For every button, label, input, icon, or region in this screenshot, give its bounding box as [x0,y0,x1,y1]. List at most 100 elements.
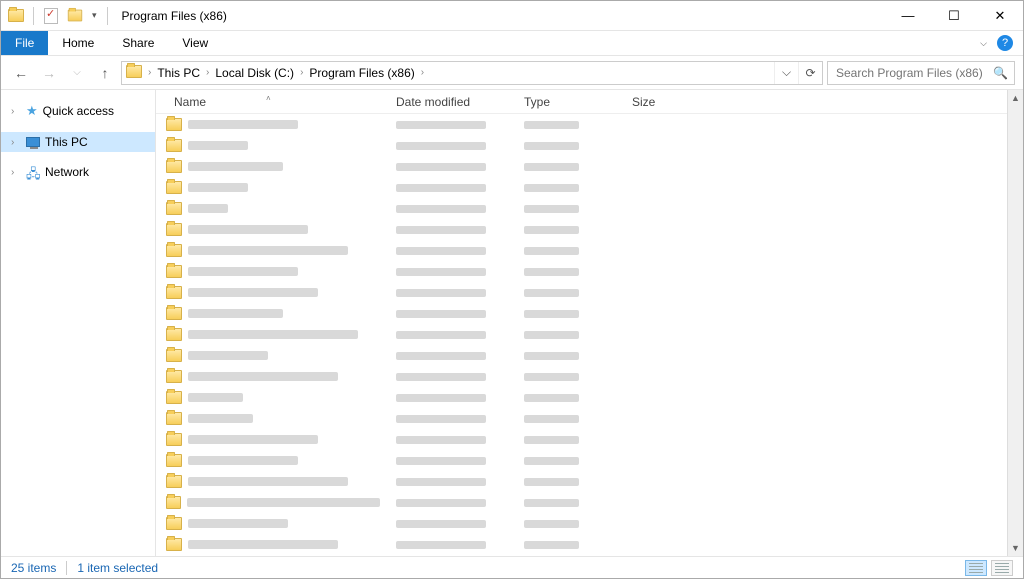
column-size[interactable]: Size [624,95,694,109]
ribbon-tab-view[interactable]: View [168,31,222,55]
file-row-blurred[interactable] [156,387,1023,408]
properties-button[interactable] [40,5,62,27]
minimize-button[interactable]: ― [885,1,931,31]
breadcrumb[interactable]: Local Disk (C:) [211,66,298,80]
file-row-blurred[interactable] [156,366,1023,387]
quick-access-icon: ★ [26,103,38,119]
file-row-blurred[interactable] [156,240,1023,261]
close-button[interactable]: ✕ [977,1,1023,31]
ribbon-file-tab[interactable]: File [1,31,48,55]
tree-label: Network [45,165,89,179]
folder-icon [166,286,182,299]
file-row-blurred[interactable] [156,345,1023,366]
chevron-right-icon[interactable]: › [11,106,21,117]
file-row-blurred[interactable] [156,492,1023,513]
window-title: Program Files (x86) [116,9,227,23]
file-row-blurred[interactable] [156,555,1023,556]
status-selected: 1 item selected [77,561,158,575]
folder-icon [166,139,182,152]
help-button[interactable]: ? [997,35,1013,51]
file-row-blurred[interactable] [156,450,1023,471]
file-row-blurred[interactable] [156,513,1023,534]
folder-icon [166,118,182,131]
ribbon-tab-share[interactable]: Share [108,31,168,55]
column-name[interactable]: Name ˄ [156,95,388,109]
tree-quick-access[interactable]: › ★ Quick access [1,100,155,122]
scroll-up-button[interactable]: ▲ [1008,90,1023,106]
file-row-blurred[interactable] [156,324,1023,345]
navigation-tree: › ★ Quick access › This PC › 🖧 Network [1,90,156,556]
nav-back-button[interactable]: ← [9,61,33,85]
view-large-icons-button[interactable] [991,560,1013,576]
file-row-blurred[interactable] [156,534,1023,555]
file-row-blurred[interactable] [156,429,1023,450]
folder-icon [166,328,182,341]
sort-asc-icon: ˄ [266,94,271,103]
qat-new-folder-icon[interactable] [64,5,86,27]
folder-icon [166,475,182,488]
tree-this-pc[interactable]: › This PC [1,132,155,152]
titlebar: ▾ Program Files (x86) ― ☐ ✕ [1,1,1023,31]
column-type[interactable]: Type [516,95,624,109]
folder-icon [166,391,182,404]
address-dropdown-button[interactable]: ⌵ [774,62,798,84]
file-row-blurred[interactable] [156,198,1023,219]
folder-icon [166,433,182,446]
file-row-blurred[interactable] [156,219,1023,240]
tree-label: Quick access [43,104,114,118]
network-icon: 🖧 [26,165,40,179]
ribbon-tab-home[interactable]: Home [48,31,108,55]
file-row-blurred[interactable] [156,408,1023,429]
chevron-right-icon[interactable]: › [204,67,211,78]
refresh-button[interactable]: ⟳ [798,62,822,84]
chevron-right-icon[interactable]: › [298,67,305,78]
search-icon: 🔍 [993,66,1008,80]
file-list: Name ˄ Date modified Type Size World of … [156,90,1023,556]
file-row-blurred[interactable] [156,135,1023,156]
vertical-scrollbar[interactable]: ▲ ▼ [1007,90,1023,556]
nav-recent-button[interactable]: ⌵ [65,61,89,85]
file-row-blurred[interactable] [156,114,1023,135]
folder-icon [166,454,182,467]
this-pc-icon [26,137,40,147]
breadcrumb[interactable]: Program Files (x86) [305,66,418,80]
ribbon-expand-button[interactable]: ⌵ [976,38,991,49]
file-row-blurred[interactable] [156,282,1023,303]
maximize-button[interactable]: ☐ [931,1,977,31]
file-row-blurred[interactable] [156,261,1023,282]
folder-icon [166,517,182,530]
search-box[interactable]: 🔍 [827,61,1015,85]
folder-icon [166,160,182,173]
app-folder-icon [5,5,27,27]
folder-icon [166,538,182,551]
status-item-count: 25 items [11,561,56,575]
column-label: Name [174,95,206,109]
folder-icon [166,496,181,509]
address-folder-icon [122,65,146,81]
folder-icon [166,202,182,215]
folder-icon [166,181,182,194]
tree-label: This PC [45,135,88,149]
file-row-blurred[interactable] [156,303,1023,324]
view-details-button[interactable] [965,560,987,576]
nav-row: ← → ⌵ ↑ › This PC › Local Disk (C:) › Pr… [1,56,1023,90]
address-bar[interactable]: › This PC › Local Disk (C:) › Program Fi… [121,61,823,85]
qat-customize-button[interactable]: ▾ [88,10,101,21]
breadcrumb[interactable]: This PC [153,66,204,80]
folder-icon [166,265,182,278]
tree-network[interactable]: › 🖧 Network [1,162,155,182]
chevron-right-icon[interactable]: › [11,137,21,148]
nav-up-button[interactable]: ↑ [93,61,117,85]
folder-icon [166,244,182,257]
chevron-right-icon[interactable]: › [11,167,21,178]
column-date[interactable]: Date modified [388,95,516,109]
search-input[interactable] [834,65,993,81]
scroll-down-button[interactable]: ▼ [1008,540,1023,556]
chevron-right-icon[interactable]: › [419,67,426,78]
chevron-right-icon[interactable]: › [146,67,153,78]
file-row-blurred[interactable] [156,156,1023,177]
file-row-blurred[interactable] [156,471,1023,492]
file-row-blurred[interactable] [156,177,1023,198]
nav-forward-button[interactable]: → [37,61,61,85]
column-headers: Name ˄ Date modified Type Size [156,90,1023,114]
